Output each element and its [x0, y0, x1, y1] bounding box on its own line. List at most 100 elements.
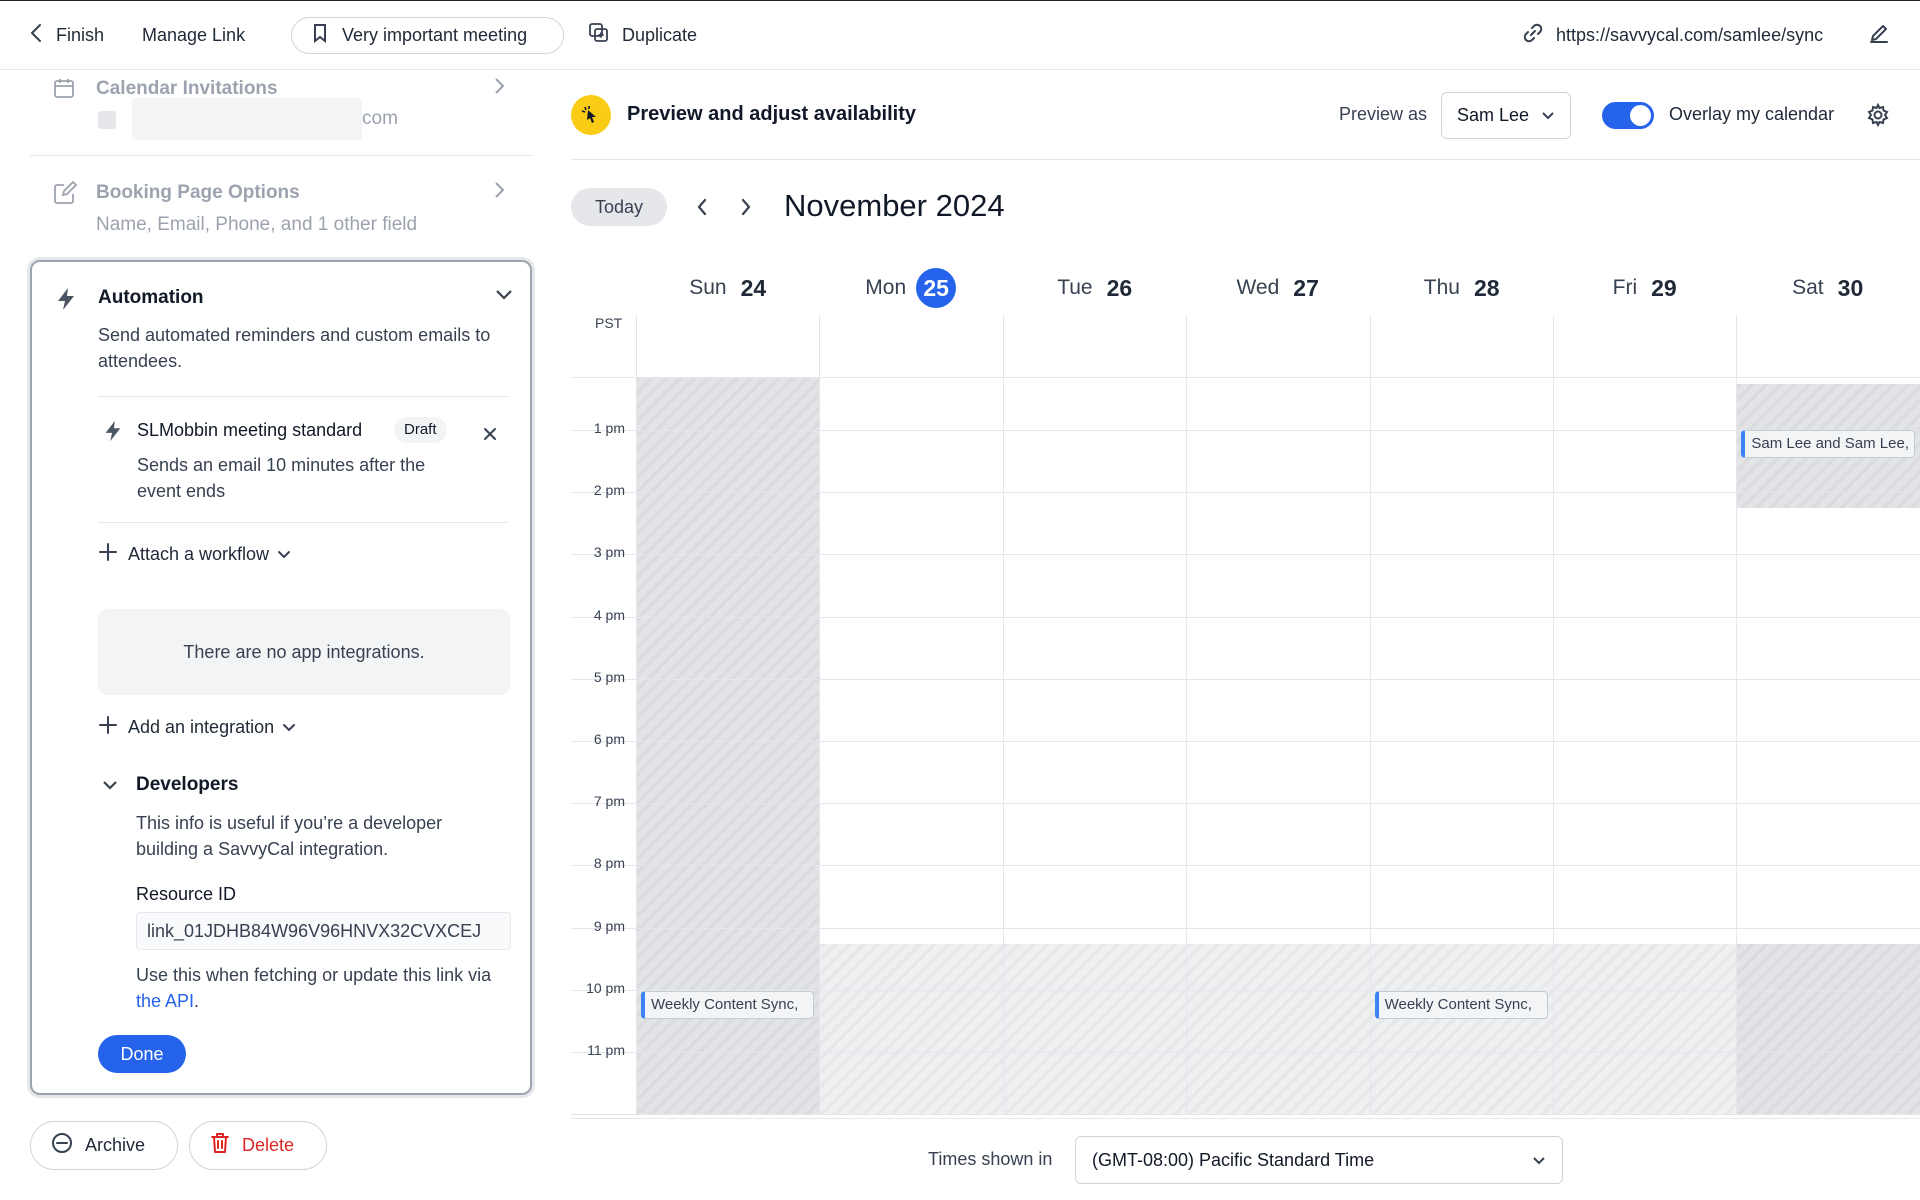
timezone-select[interactable]: (GMT-08:00) Pacific Standard Time	[1075, 1136, 1563, 1184]
api-link[interactable]: the API	[136, 991, 194, 1011]
booking-page-options-title: Booking Page Options	[96, 182, 300, 203]
hour-label: 8 pm	[593, 855, 625, 871]
finish-button[interactable]: Finish	[28, 1, 104, 69]
chevron-left-icon[interactable]	[694, 196, 710, 223]
google-calendar-icon	[98, 111, 116, 129]
grid-line	[571, 865, 1920, 866]
day-name: Tue	[1057, 276, 1093, 299]
developers-title: Developers	[136, 774, 239, 795]
plus-icon	[98, 715, 118, 740]
manage-link-button[interactable]: Manage Link	[142, 1, 245, 69]
developers-description: This info is useful if you’re a develope…	[136, 813, 443, 859]
hour-label: 3 pm	[593, 544, 625, 560]
draft-badge: Draft	[394, 417, 447, 443]
email-suffix: com	[362, 108, 398, 129]
unavailable-block	[819, 944, 1737, 1114]
grid-line	[636, 315, 637, 1114]
day-name: Fri	[1612, 276, 1638, 299]
archive-label: Archive	[85, 1135, 146, 1155]
edit-url-button[interactable]	[1868, 1, 1890, 69]
hour-label: 10 pm	[586, 980, 625, 996]
duplicate-icon	[588, 22, 610, 49]
preview-as-label: Preview as	[1339, 104, 1428, 124]
calendar-invitations-title: Calendar Invitations	[96, 78, 278, 99]
pencil-icon	[1868, 22, 1890, 49]
chevron-left-icon	[28, 22, 44, 49]
chevron-down-icon	[282, 717, 296, 738]
booking-page-options-subtitle: Name, Email, Phone, and 1 other field	[96, 214, 418, 235]
settings-panel: Calendar Invitations com Booking Page Op…	[0, 70, 560, 1200]
calendar-icon	[52, 76, 76, 105]
chevron-down-icon[interactable]	[102, 779, 118, 797]
chevron-down-icon	[1541, 105, 1555, 126]
preview-as-select[interactable]: Sam Lee	[1441, 92, 1571, 139]
meeting-name: Very important meeting	[342, 25, 528, 45]
plus-icon	[98, 542, 118, 567]
day-header-tue: Tue 26	[1003, 268, 1186, 308]
grid-line	[571, 803, 1920, 804]
calendar-event[interactable]: Weekly Content Sync,	[641, 991, 815, 1019]
chevron-down-icon	[1532, 1150, 1546, 1171]
hour-label: 11 pm	[587, 1042, 625, 1058]
grid-line	[571, 492, 1920, 493]
resource-id-field[interactable]: link_01JDHB84W96V96HNVX32CVXCEJ	[136, 912, 511, 950]
booking-url: https://savvycal.com/samlee/sync	[1556, 24, 1824, 45]
lightning-icon	[54, 286, 78, 317]
hour-label: 4 pm	[593, 607, 625, 623]
chevron-down-icon[interactable]	[494, 288, 514, 307]
calendar-event[interactable]: Sam Lee and Sam Lee,	[1741, 430, 1915, 458]
grid-line	[1736, 315, 1737, 1114]
day-number: 29	[1651, 274, 1677, 301]
attach-workflow-button[interactable]: Attach a workflow	[98, 542, 291, 567]
times-shown-in-label: Times shown in	[928, 1149, 1053, 1169]
today-button[interactable]: Today	[571, 188, 667, 226]
divider	[571, 159, 1920, 160]
day-number: 28	[1473, 274, 1500, 301]
hour-label: 2 pm	[593, 482, 625, 498]
overlay-calendar-toggle[interactable]	[1602, 102, 1654, 129]
done-button[interactable]: Done	[98, 1035, 186, 1073]
month-title: November 2024	[784, 188, 1005, 223]
preview-as-value: Sam Lee	[1457, 105, 1530, 125]
gear-icon[interactable]	[1866, 102, 1890, 132]
booking-url-link[interactable]: https://savvycal.com/samlee/sync	[1522, 1, 1823, 69]
close-icon[interactable]	[482, 426, 498, 447]
no-integrations-box: There are no app integrations.	[98, 609, 510, 695]
manage-link-label: Manage Link	[142, 24, 246, 45]
calendar-event[interactable]: Weekly Content Sync,	[1374, 991, 1548, 1019]
grid-line	[571, 928, 1920, 929]
add-integration-button[interactable]: Add an integration	[98, 715, 296, 740]
hour-label: 5 pm	[593, 669, 625, 685]
day-header-fri: Fri 29	[1553, 268, 1736, 308]
hour-label: 9 pm	[593, 918, 625, 934]
resource-id-help: Use this when fetching or update this li…	[136, 962, 506, 1014]
unavailable-block	[1736, 944, 1920, 1114]
overlay-calendar-label: Overlay my calendar	[1669, 104, 1835, 124]
archive-button[interactable]: Archive	[30, 1121, 178, 1170]
edit-icon	[52, 180, 78, 211]
grid-line	[571, 1114, 1920, 1115]
trash-icon	[210, 1132, 242, 1159]
bookmark-icon	[312, 23, 342, 48]
duplicate-button[interactable]: Duplicate	[588, 1, 697, 69]
grid-line	[571, 554, 1920, 555]
workflow-description: Sends an email 10 minutes after the even…	[137, 455, 426, 501]
divider	[571, 1118, 1920, 1119]
day-name: Sun	[689, 276, 727, 299]
day-name: Mon	[865, 276, 907, 299]
day-header-wed: Wed 27	[1186, 268, 1369, 308]
grid-line	[571, 430, 1920, 431]
booking-page-options-section[interactable]: Booking Page Options Name, Email, Phone,…	[30, 156, 530, 246]
link-icon	[1522, 22, 1544, 49]
meeting-name-pill[interactable]: Very important meeting	[291, 17, 564, 54]
calendar-invitations-section[interactable]: Calendar Invitations com	[30, 70, 530, 155]
hour-label: 7 pm	[593, 793, 625, 809]
automation-card: Automation Send automated reminders and …	[30, 260, 532, 1095]
delete-button[interactable]: Delete	[189, 1121, 327, 1170]
divider	[98, 522, 508, 523]
grid-line	[571, 741, 1920, 742]
chevron-down-icon	[277, 544, 291, 565]
chevron-right-icon	[492, 76, 506, 101]
chevron-right-icon[interactable]	[738, 196, 754, 223]
help-suffix: .	[194, 991, 200, 1011]
